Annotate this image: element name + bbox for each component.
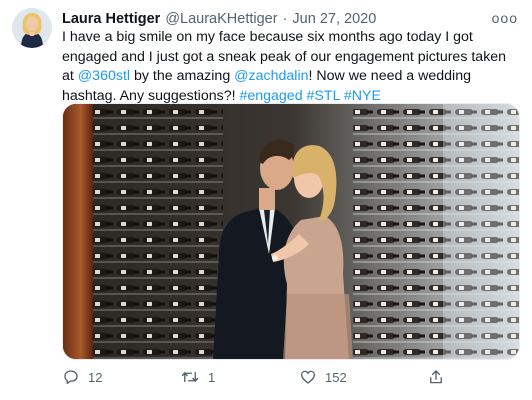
author-handle[interactable]: @LauraKHettiger [165,11,277,27]
tweet: Laura Hettiger @LauraKHettiger · Jun 27,… [0,0,532,400]
author-name[interactable]: Laura Hettiger [62,11,160,27]
reply-count: 12 [88,369,103,385]
hashtag-link[interactable]: #STL [307,88,340,104]
like-count: 152 [325,369,347,385]
retweet-count: 1 [208,369,216,385]
tweet-date[interactable]: Jun 27, 2020 [292,11,376,27]
retweet-button[interactable]: 1 [180,368,215,386]
hashtag-link[interactable]: #engaged [239,88,302,104]
tweet-text: I have a big smile on my face because si… [62,28,520,106]
tweet-actions: 12 1 152 [62,368,520,392]
separator-dot: · [282,11,288,27]
tweet-header: Laura Hettiger @LauraKHettiger · Jun 27,… [62,9,520,29]
hashtag-link[interactable]: #NYE [344,88,381,104]
share-button[interactable] [427,368,445,386]
more-options-icon[interactable]: ooo [492,10,518,26]
retweet-icon [181,371,199,383]
engagement-photo [63,104,519,359]
avatar[interactable] [12,8,52,48]
avatar-image [12,8,52,48]
reply-button[interactable]: 12 [62,368,102,386]
tweet-photo[interactable] [62,103,520,360]
mention-link[interactable]: @zachdalin [234,68,308,84]
heart-icon [300,370,316,384]
reply-icon [64,370,78,385]
like-button[interactable]: 152 [299,368,347,386]
tweet-text-part: by the amazing [130,68,235,84]
mention-link[interactable]: @360stl [78,68,130,84]
share-icon [430,370,442,384]
